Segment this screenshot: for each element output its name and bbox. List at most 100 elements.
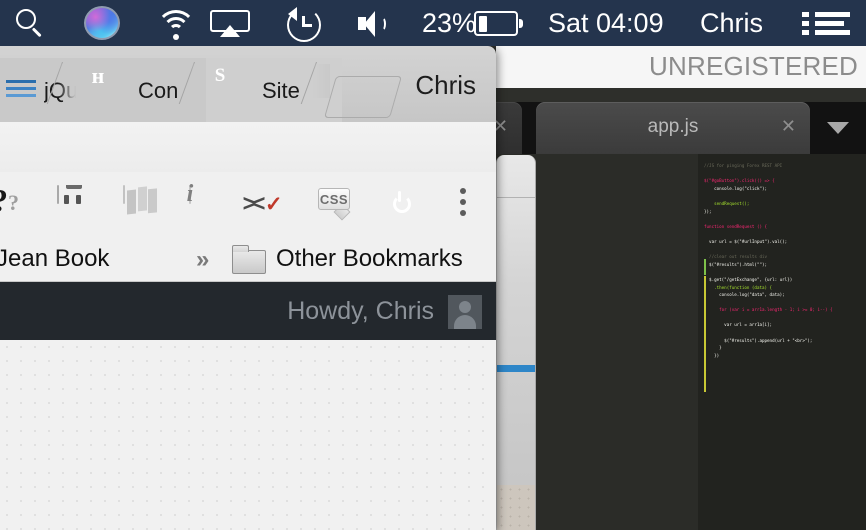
code-line: .then(function (data) { bbox=[704, 284, 773, 290]
check-glyph: ✓ bbox=[265, 193, 283, 216]
menubar-clock[interactable]: Sat 04:09 bbox=[548, 0, 664, 46]
folder-icon bbox=[232, 245, 266, 274]
gutter-marker-yellow bbox=[704, 276, 706, 392]
battery-fill bbox=[478, 15, 487, 32]
gutter-marker-green bbox=[704, 259, 706, 275]
avatar-head bbox=[459, 301, 471, 313]
code-pane[interactable]: //JS for pinging Forex REST API $("#goBu… bbox=[698, 154, 866, 530]
background-window-strip bbox=[496, 155, 536, 530]
code-line: $.get("/getExchange", {url: url}) bbox=[704, 276, 793, 282]
wifi-icon[interactable] bbox=[155, 10, 197, 40]
jquery-favicon bbox=[6, 76, 36, 106]
search-handle bbox=[32, 27, 42, 37]
css-extension-label: CSS bbox=[318, 188, 350, 210]
filmstrip-extension-icon[interactable] bbox=[123, 185, 125, 204]
wifi-dot bbox=[173, 34, 179, 40]
siri-icon[interactable] bbox=[84, 6, 120, 40]
editor-tab-app-js-close-icon[interactable]: ✕ bbox=[781, 116, 796, 136]
extensions-row: < ✓ > CSS bbox=[0, 172, 496, 234]
list-bullet bbox=[802, 30, 809, 35]
power-outlet-extension-icon[interactable] bbox=[57, 185, 59, 204]
battery-percent-label[interactable]: 23% bbox=[422, 0, 476, 46]
code-line: $("#results").html(""); bbox=[704, 261, 768, 267]
code-line: var url = arr1a[i]; bbox=[704, 322, 773, 328]
page-content-area bbox=[0, 340, 496, 530]
user-avatar[interactable] bbox=[448, 295, 482, 329]
code-line: } bbox=[704, 345, 722, 351]
airplay-icon[interactable] bbox=[210, 10, 250, 40]
browser-tab-console-label: Con bbox=[138, 78, 179, 103]
code-line: var url = $("#urlInput").val(); bbox=[704, 238, 788, 244]
code-line: for (var i = arr1a.length - 1; i >= 0; i… bbox=[704, 307, 833, 313]
code-lines: //JS for pinging Forex REST API $("#goBu… bbox=[704, 162, 862, 375]
strip-patterned-area bbox=[497, 485, 535, 530]
angle-right-glyph: > bbox=[242, 190, 256, 216]
bookmarks-bar: Jean Book » Other Bookmarks bbox=[0, 234, 496, 282]
strip-divider bbox=[497, 197, 535, 198]
code-line: function sendRequest () { bbox=[704, 223, 768, 229]
kebab-dot bbox=[460, 188, 466, 194]
battery-icon[interactable] bbox=[474, 11, 523, 36]
code-line: //clear out results div bbox=[704, 254, 768, 260]
code-editor-window: ✕ app.js ✕ //JS for pinging Forex REST A… bbox=[456, 46, 866, 530]
editor-body: //JS for pinging Forex REST API $("#goBu… bbox=[490, 154, 866, 530]
bookmark-jean-book[interactable]: Jean Book bbox=[0, 245, 109, 273]
unregistered-label: UNREGISTERED bbox=[649, 51, 858, 81]
search-icon[interactable] bbox=[14, 8, 46, 40]
bookmarks-overflow-button[interactable]: » bbox=[196, 246, 209, 274]
bookmark-other-bookmarks[interactable]: Other Bookmarks bbox=[276, 245, 463, 273]
clock-hand bbox=[302, 24, 312, 27]
browser-profile-label[interactable]: Chris bbox=[415, 70, 476, 101]
editor-tab-app-js[interactable]: app.js ✕ bbox=[536, 102, 810, 154]
list-line bbox=[815, 30, 850, 35]
search-ring bbox=[16, 9, 36, 29]
speaker-cone bbox=[364, 11, 375, 37]
kebab-dot bbox=[460, 210, 466, 216]
list-icon[interactable] bbox=[802, 12, 850, 36]
list-bullet bbox=[802, 21, 809, 26]
list-line bbox=[815, 12, 850, 17]
howdy-greeting[interactable]: Howdy, Chris bbox=[287, 297, 434, 326]
code-line: console.log("data", data); bbox=[704, 292, 785, 298]
editor-tab-app-js-label: app.js bbox=[647, 116, 699, 137]
macos-menu-bar: 23% Sat 04:09 Chris bbox=[0, 0, 866, 46]
tab-title-fade bbox=[58, 64, 76, 98]
browser-window: jQue Con Site Chris bbox=[0, 46, 496, 530]
battery-nub bbox=[519, 19, 523, 28]
browser-tabstrip: jQue Con Site Chris bbox=[0, 46, 496, 122]
tab-title-fade bbox=[312, 64, 330, 98]
time-machine-icon[interactable] bbox=[287, 7, 321, 42]
unregistered-overlay-bar: UNREGISTERED bbox=[496, 46, 866, 88]
code-line: $("#goButton").click(() => { bbox=[704, 178, 775, 184]
code-line: }); bbox=[704, 208, 712, 214]
browser-tab-sitepoint-label: Site bbox=[262, 78, 300, 103]
code-line: console.log("click"); bbox=[704, 185, 768, 191]
time-machine-arrow bbox=[288, 7, 297, 21]
strip-accent-bar bbox=[497, 365, 535, 372]
airplay-triangle bbox=[220, 25, 240, 37]
info-extension-icon[interactable] bbox=[189, 185, 191, 204]
screen-root: ✕ app.js ✕ //JS for pinging Forex REST A… bbox=[0, 0, 866, 530]
editor-tab-dropdown-button[interactable] bbox=[810, 102, 866, 154]
sound-wave bbox=[379, 17, 386, 31]
chevron-down-icon bbox=[827, 122, 849, 134]
editor-tabstrip: ✕ app.js ✕ bbox=[456, 102, 866, 154]
volume-icon[interactable] bbox=[358, 11, 394, 37]
kebab-dot bbox=[460, 199, 466, 205]
code-line: //JS for pinging Forex REST API bbox=[704, 163, 783, 168]
menubar-user-name[interactable]: Chris bbox=[700, 0, 763, 46]
wp-admin-bar: Howdy, Chris bbox=[0, 282, 496, 340]
list-bullet bbox=[802, 12, 809, 17]
new-tab-button[interactable] bbox=[323, 76, 403, 118]
code-line: } bbox=[704, 367, 862, 375]
